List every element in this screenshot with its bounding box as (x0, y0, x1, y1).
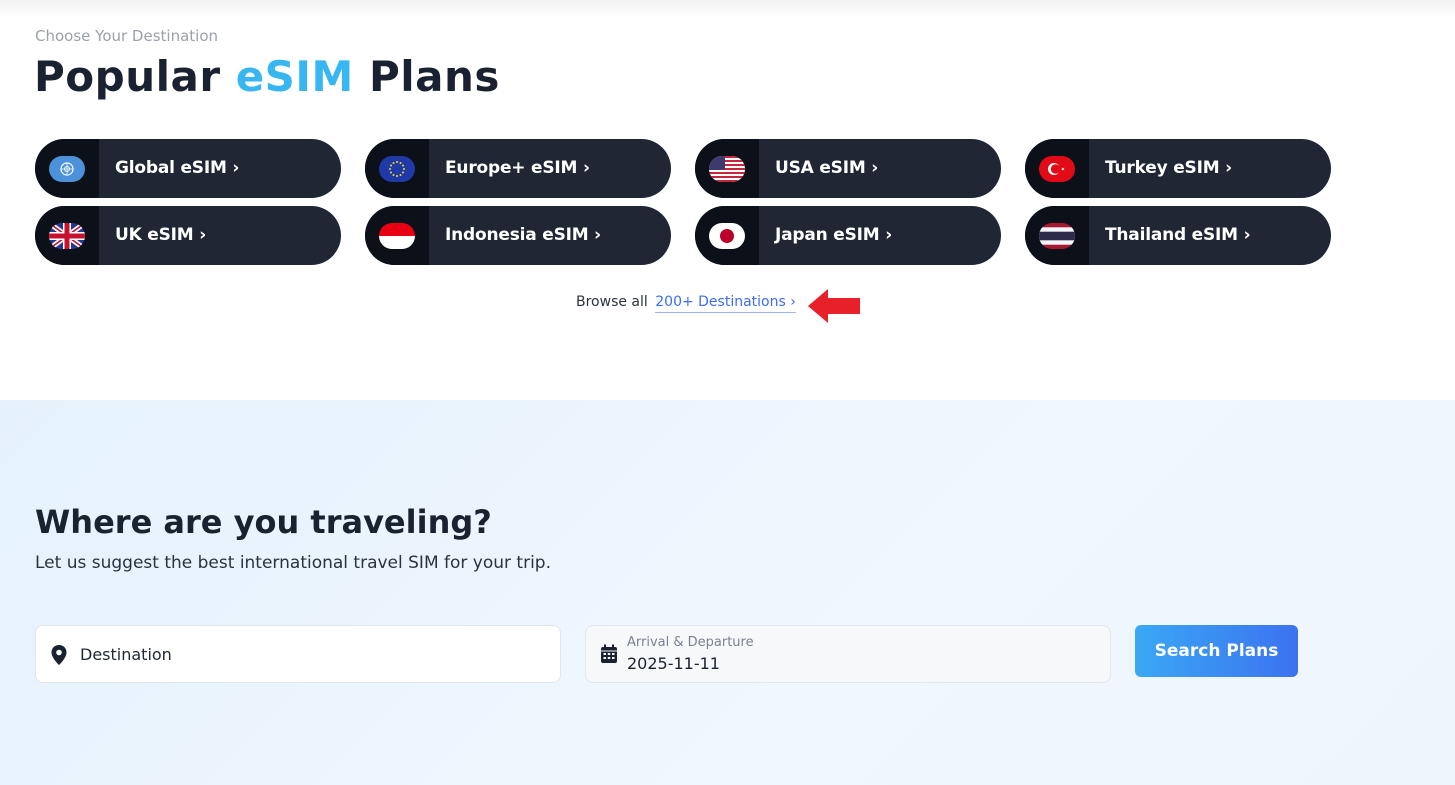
plan-label: Indonesia eSIM › (445, 225, 601, 245)
flag-container (35, 206, 99, 265)
plan-label: Global eSIM › (115, 158, 240, 178)
page-title: Popular eSIM Plans (34, 52, 500, 101)
plan-indonesia[interactable]: Indonesia eSIM › (365, 206, 671, 265)
un-flag-icon (49, 155, 85, 182)
trip-title: Where are you traveling? (35, 503, 492, 541)
header-shadow (0, 0, 1455, 18)
plan-usa[interactable]: USA eSIM › (695, 139, 1001, 198)
plan-label: USA eSIM › (775, 158, 879, 178)
plan-uk[interactable]: UK eSIM › (35, 206, 341, 265)
date-value: 2025-11-11 (627, 654, 720, 673)
location-pin-icon (51, 645, 67, 665)
trip-planner-section (0, 400, 1455, 785)
plan-thailand[interactable]: Thailand eSIM › (1025, 206, 1331, 265)
destination-input[interactable] (80, 626, 540, 682)
calendar-icon (601, 644, 617, 663)
eu-flag-icon (379, 155, 415, 182)
japan-flag-icon (709, 222, 745, 249)
plan-japan[interactable]: Japan eSIM › (695, 206, 1001, 265)
browse-prefix: Browse all (576, 294, 648, 310)
plan-label: Europe+ eSIM › (445, 158, 590, 178)
flag-container (1025, 139, 1089, 198)
flag-container (695, 206, 759, 265)
section-eyebrow: Choose Your Destination (35, 27, 219, 45)
plan-label: UK eSIM › (115, 225, 207, 245)
plan-global[interactable]: Global eSIM › (35, 139, 341, 198)
plan-label: Japan eSIM › (775, 225, 892, 245)
turkey-flag-icon (1039, 155, 1075, 182)
search-plans-button[interactable]: Search Plans (1135, 625, 1298, 677)
flag-container (1025, 206, 1089, 265)
title-part-1: Popular (34, 52, 221, 101)
plan-europe[interactable]: Europe+ eSIM › (365, 139, 671, 198)
date-label: Arrival & Departure (627, 635, 754, 650)
flag-container (695, 139, 759, 198)
thailand-flag-icon (1039, 222, 1075, 249)
flag-container (365, 206, 429, 265)
uk-flag-icon (49, 222, 85, 249)
destination-field[interactable] (35, 625, 561, 683)
plan-label: Turkey eSIM › (1105, 158, 1232, 178)
usa-flag-icon (709, 155, 745, 182)
plan-label: Thailand eSIM › (1105, 225, 1251, 245)
date-field[interactable]: Arrival & Departure 2025-11-11 (585, 625, 1111, 683)
browse-destinations-link[interactable]: 200+ Destinations › (655, 294, 796, 313)
browse-all: Browse all 200+ Destinations › (576, 294, 796, 313)
title-accent: eSIM (235, 52, 354, 101)
indonesia-flag-icon (379, 222, 415, 249)
flag-container (365, 139, 429, 198)
red-arrow-icon (808, 289, 860, 323)
trip-subtitle: Let us suggest the best international tr… (35, 553, 552, 573)
title-part-2: Plans (368, 52, 500, 101)
flag-container (35, 139, 99, 198)
plan-turkey[interactable]: Turkey eSIM › (1025, 139, 1331, 198)
